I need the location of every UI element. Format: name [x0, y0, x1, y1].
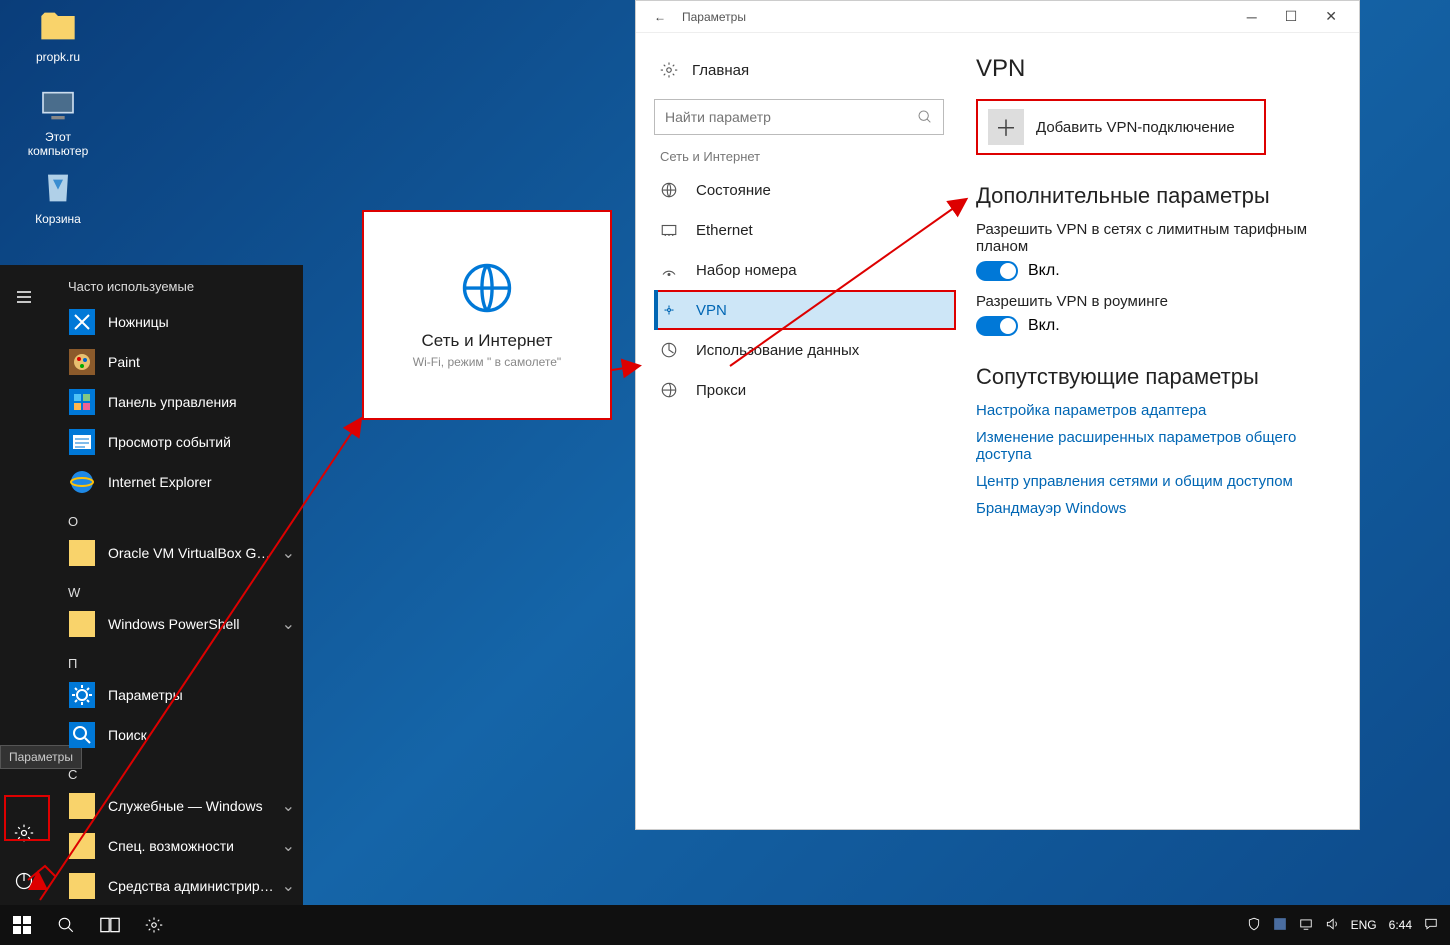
option-metered: Разрешить VPN в сетях с лимитным тарифны… — [976, 221, 1329, 255]
link-adapter-options[interactable]: Настройка параметров адаптера — [976, 402, 1329, 419]
link-network-center[interactable]: Центр управления сетями и общим доступом — [976, 473, 1329, 490]
plus-icon: ＋ — [988, 109, 1024, 145]
window-title: Параметры — [682, 10, 746, 24]
chevron-down-icon: ⌄ — [282, 836, 295, 856]
tray-language[interactable]: ENG — [1345, 918, 1383, 932]
nav-data-usage[interactable]: Использование данных — [654, 330, 956, 370]
app-ease-of-access[interactable]: Спец. возможности ⌄ — [60, 826, 303, 866]
letter-c[interactable]: С — [60, 755, 303, 786]
tile-title: Сеть и Интернет — [422, 331, 553, 351]
chevron-down-icon: ⌄ — [282, 543, 295, 563]
tray-notifications-icon[interactable] — [1418, 917, 1444, 934]
app-internet-explorer[interactable]: Internet Explorer — [60, 462, 303, 502]
status-icon — [660, 181, 678, 199]
app-snipping-tool[interactable]: Ножницы — [60, 302, 303, 342]
ethernet-icon — [660, 221, 678, 239]
letter-o[interactable]: O — [60, 502, 303, 533]
settings-category-tile-network[interactable]: Сеть и Интернет Wi-Fi, режим " в самолет… — [362, 210, 612, 420]
globe-icon — [460, 261, 514, 315]
annotation-highlight-settings-gear — [4, 795, 50, 841]
nav-home[interactable]: Главная — [654, 51, 956, 89]
recycle-bin-icon — [38, 168, 78, 208]
chevron-down-icon: ⌄ — [282, 876, 295, 896]
back-button[interactable]: ← — [644, 10, 676, 24]
taskbar-settings-app[interactable] — [132, 905, 176, 945]
related-heading: Сопутствующие параметры — [976, 364, 1329, 390]
maximize-button[interactable]: ☐ — [1271, 8, 1312, 25]
app-admin-tools[interactable]: Средства администрировани... ⌄ — [60, 866, 303, 905]
hamburger-icon[interactable] — [0, 273, 48, 321]
dialup-icon — [660, 261, 678, 279]
tray-shield-icon[interactable] — [1241, 917, 1267, 934]
app-settings[interactable]: Параметры — [60, 675, 303, 715]
app-control-panel[interactable]: Панель управления — [60, 382, 303, 422]
taskbar-search[interactable] — [44, 905, 88, 945]
proxy-icon — [660, 381, 678, 399]
app-virtualbox-guest[interactable]: Oracle VM VirtualBox Guest A... ⌄ — [60, 533, 303, 573]
app-windows-tools[interactable]: Служебные — Windows ⌄ — [60, 786, 303, 826]
computer-icon — [38, 86, 78, 126]
nav-dialup[interactable]: Набор номера — [654, 250, 956, 290]
search-input[interactable] — [665, 109, 917, 125]
toggle-roaming[interactable] — [976, 316, 1018, 336]
tray-vbox-icon[interactable] — [1267, 917, 1293, 934]
gear-icon — [660, 61, 678, 79]
page-title: VPN — [976, 55, 1329, 83]
settings-content: VPN ＋ Добавить VPN-подключение Дополните… — [956, 33, 1359, 829]
chevron-down-icon: ⌄ — [282, 614, 295, 634]
nav-section-title: Сеть и Интернет — [660, 149, 956, 164]
toggle-state-label: Вкл. — [1028, 317, 1060, 335]
letter-w[interactable]: W — [60, 573, 303, 604]
settings-left-nav: Главная Сеть и Интернет Состояние Ethern… — [636, 33, 956, 829]
nav-vpn[interactable]: VPN — [654, 290, 956, 330]
tray-clock[interactable]: 6:44 — [1383, 918, 1418, 932]
vpn-icon — [660, 301, 678, 319]
minimize-button[interactable]: ─ — [1233, 9, 1271, 25]
app-event-viewer[interactable]: Просмотр событий — [60, 422, 303, 462]
nav-ethernet[interactable]: Ethernet — [654, 210, 956, 250]
titlebar: ← Параметры ─ ☐ ✕ — [636, 1, 1359, 33]
letter-p[interactable]: П — [60, 644, 303, 675]
chevron-down-icon: ⌄ — [282, 796, 295, 816]
app-search[interactable]: Поиск — [60, 715, 303, 755]
tray-volume-icon[interactable] — [1319, 917, 1345, 934]
start-button[interactable] — [0, 905, 44, 945]
add-vpn-button[interactable]: ＋ Добавить VPN-подключение — [976, 99, 1266, 155]
desktop-icon-recycle-bin[interactable]: Корзина — [18, 168, 98, 226]
option-roaming: Разрешить VPN в роуминге — [976, 293, 1329, 310]
desktop-icon-this-pc[interactable]: Этот компьютер — [18, 86, 98, 158]
advanced-heading: Дополнительные параметры — [976, 183, 1329, 209]
link-firewall[interactable]: Брандмауэр Windows — [976, 500, 1329, 517]
toggle-state-label: Вкл. — [1028, 262, 1060, 280]
start-apps-list: Часто используемые Ножницы Paint Панель … — [60, 265, 303, 905]
search-icon — [917, 109, 933, 125]
taskbar: ENG 6:44 — [0, 905, 1450, 945]
start-frequent-header: Часто используемые — [60, 265, 303, 302]
taskbar-taskview[interactable] — [88, 905, 132, 945]
link-sharing-options[interactable]: Изменение расширенных параметров общего … — [976, 429, 1329, 463]
folder-icon — [38, 6, 78, 46]
desktop-icon-propk[interactable]: propk.ru — [18, 6, 98, 64]
data-usage-icon — [660, 341, 678, 359]
search-input-wrapper[interactable] — [654, 99, 944, 135]
power-icon[interactable] — [0, 857, 48, 905]
close-button[interactable]: ✕ — [1311, 8, 1351, 25]
settings-window: ← Параметры ─ ☐ ✕ Главная Сеть и Интерне… — [635, 0, 1360, 830]
app-paint[interactable]: Paint — [60, 342, 303, 382]
tile-subtitle: Wi-Fi, режим " в самолете" — [413, 355, 561, 369]
toggle-metered[interactable] — [976, 261, 1018, 281]
tray-network-icon[interactable] — [1293, 917, 1319, 934]
nav-proxy[interactable]: Прокси — [654, 370, 956, 410]
nav-status[interactable]: Состояние — [654, 170, 956, 210]
app-powershell[interactable]: Windows PowerShell ⌄ — [60, 604, 303, 644]
